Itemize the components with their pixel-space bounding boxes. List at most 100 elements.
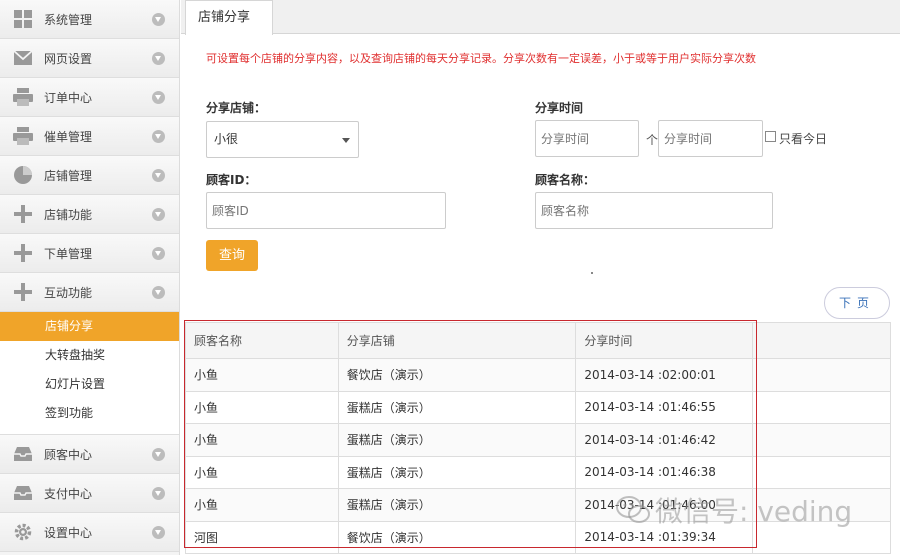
mail-icon <box>12 47 34 69</box>
cell-extra <box>752 423 891 457</box>
sidebar-item-label: 订单中心 <box>44 90 93 105</box>
cell-share-shop: 蛋糕店（演示） <box>337 488 577 522</box>
column-header-share-shop[interactable]: 分享店铺 <box>337 322 577 359</box>
column-header-share-time[interactable]: 分享时间 <box>575 322 754 359</box>
chevron-down-icon <box>152 51 165 65</box>
tab-shop-share[interactable]: 店铺分享 <box>185 0 273 35</box>
cell-share-shop: 蛋糕店（演示） <box>337 390 577 424</box>
sidebar-item-label: 支付中心 <box>44 486 93 501</box>
chevron-down-icon <box>152 486 165 500</box>
sidebar-item-web-settings[interactable]: 网页设置 <box>0 39 179 78</box>
cell-customer-name: 小鱼 <box>185 358 339 392</box>
sidebar-item-label: 系统管理 <box>44 12 93 27</box>
customer-name-label: 顾客名称： <box>535 173 596 187</box>
chevron-down-icon <box>152 525 165 539</box>
chevron-down-icon <box>152 246 165 260</box>
chevron-down-icon <box>152 90 165 104</box>
pie-chart-icon <box>12 164 34 186</box>
sidebar-item-label: 下单管理 <box>44 246 93 261</box>
gear-icon <box>12 521 34 543</box>
date-range-separator: 个 <box>646 133 659 147</box>
notice-text: 可设置每个店铺的分享内容，以及查询店铺的每天分享记录。分享次数有一定误差，小于或… <box>206 52 756 65</box>
column-header-extra <box>752 322 891 359</box>
watermark-text: 微信号: veding <box>655 495 853 528</box>
cell-share-time: 2014-03-14 :02:00:01 <box>575 358 754 392</box>
only-today-checkbox[interactable] <box>765 131 776 142</box>
cell-customer-name: 小鱼 <box>185 423 339 457</box>
sidebar-item-customer-center[interactable]: 顾客中心 <box>0 435 179 474</box>
shop-select[interactable]: 小很 <box>206 121 359 158</box>
column-header-customer-name[interactable]: 顾客名称 <box>185 322 339 359</box>
cell-share-time: 2014-03-14 :01:46:55 <box>575 390 754 424</box>
sidebar-item-label: 顾客中心 <box>44 447 93 462</box>
sidebar-item-interactive[interactable]: 互动功能 <box>0 273 179 312</box>
wechat-logo-icon <box>616 496 650 523</box>
inbox-icon <box>12 443 34 465</box>
sidebar-item-label: 设置中心 <box>44 525 93 540</box>
cell-customer-name: 小鱼 <box>185 455 339 489</box>
only-today-label: 只看今日 <box>779 132 828 146</box>
cell-customer-name: 小鱼 <box>185 390 339 424</box>
chevron-down-icon <box>152 447 165 461</box>
sidebar-item-shop-management[interactable]: 店铺管理 <box>0 156 179 195</box>
cell-extra <box>752 455 891 489</box>
table-row: 小鱼 蛋糕店（演示） 2014-03-14 :01:46:55 <box>185 390 891 424</box>
table-row: 小鱼 蛋糕店（演示） 2014-03-14 :01:46:42 <box>185 423 891 457</box>
chevron-down-icon <box>152 129 165 143</box>
sidebar: 系统管理 网页设置 订单中心 催单管理 店铺管理 店铺功能 下单管理 互动功能 … <box>0 0 180 555</box>
query-button[interactable]: 查询 <box>206 240 258 271</box>
customer-name-input[interactable] <box>535 192 773 229</box>
cell-extra <box>752 390 891 424</box>
customer-id-input[interactable] <box>206 192 446 229</box>
sidebar-item-settings-center[interactable]: 设置中心 <box>0 513 179 552</box>
sidebar-item-label: 网页设置 <box>44 51 93 66</box>
printer-icon <box>12 125 34 147</box>
submenu-item-lucky-wheel[interactable]: 大转盘抽奖 <box>0 341 179 370</box>
cell-share-shop: 蛋糕店（演示） <box>337 455 577 489</box>
shop-label: 分享店铺： <box>206 101 267 115</box>
shop-select-value: 小很 <box>214 132 239 146</box>
submenu-interactive: 店铺分享 大转盘抽奖 幻灯片设置 签到功能 <box>0 312 179 435</box>
sidebar-item-order-management[interactable]: 下单管理 <box>0 234 179 273</box>
chevron-down-icon <box>152 168 165 182</box>
printer-icon <box>12 86 34 108</box>
chevron-down-icon <box>152 12 165 26</box>
share-time-label: 分享时间 <box>535 101 584 115</box>
sidebar-item-reminders[interactable]: 催单管理 <box>0 117 179 156</box>
sidebar-item-orders[interactable]: 订单中心 <box>0 78 179 117</box>
plus-icon <box>12 203 34 225</box>
cell-customer-name: 小鱼 <box>185 488 339 522</box>
grid-icon <box>12 8 34 30</box>
cell-share-shop: 蛋糕店（演示） <box>337 423 577 457</box>
chevron-down-icon <box>152 285 165 299</box>
submenu-item-shop-share[interactable]: 店铺分享 <box>0 312 179 341</box>
stray-dot <box>591 272 593 274</box>
chevron-down-icon <box>152 207 165 221</box>
sidebar-item-label: 互动功能 <box>44 285 93 300</box>
plus-icon <box>12 242 34 264</box>
submenu-item-checkin[interactable]: 签到功能 <box>0 399 179 428</box>
cell-share-time: 2014-03-14 :01:46:42 <box>575 423 754 457</box>
sidebar-item-label: 店铺功能 <box>44 207 93 222</box>
chevron-down-icon <box>342 138 350 143</box>
sidebar-item-label: 催单管理 <box>44 129 93 144</box>
cell-share-shop: 餐饮店（演示） <box>337 520 577 554</box>
tab-bar: 店铺分享 <box>181 0 900 35</box>
sidebar-item-payment-center[interactable]: 支付中心 <box>0 474 179 513</box>
customer-id-label: 顾客ID： <box>206 173 257 187</box>
share-time-start-input[interactable] <box>535 120 639 157</box>
share-time-end-input[interactable] <box>658 120 763 157</box>
cell-extra <box>752 358 891 392</box>
main-content: 店铺分享 可设置每个店铺的分享内容，以及查询店铺的每天分享记录。分享次数有一定误… <box>181 0 900 555</box>
table-header-row: 顾客名称 分享店铺 分享时间 <box>185 322 891 359</box>
sidebar-item-shop-functions[interactable]: 店铺功能 <box>0 195 179 234</box>
submenu-item-slideshow[interactable]: 幻灯片设置 <box>0 370 179 399</box>
sidebar-item-system[interactable]: 系统管理 <box>0 0 179 39</box>
inbox-icon <box>12 482 34 504</box>
next-page-button[interactable]: 下页 <box>824 287 890 319</box>
cell-share-shop: 餐饮店（演示） <box>337 358 577 392</box>
cell-customer-name: 河图 <box>185 520 339 554</box>
sidebar-item-label: 店铺管理 <box>44 168 93 183</box>
table-row: 小鱼 餐饮店（演示） 2014-03-14 :02:00:01 <box>185 358 891 392</box>
wechat-watermark: 微信号: veding <box>615 490 852 530</box>
